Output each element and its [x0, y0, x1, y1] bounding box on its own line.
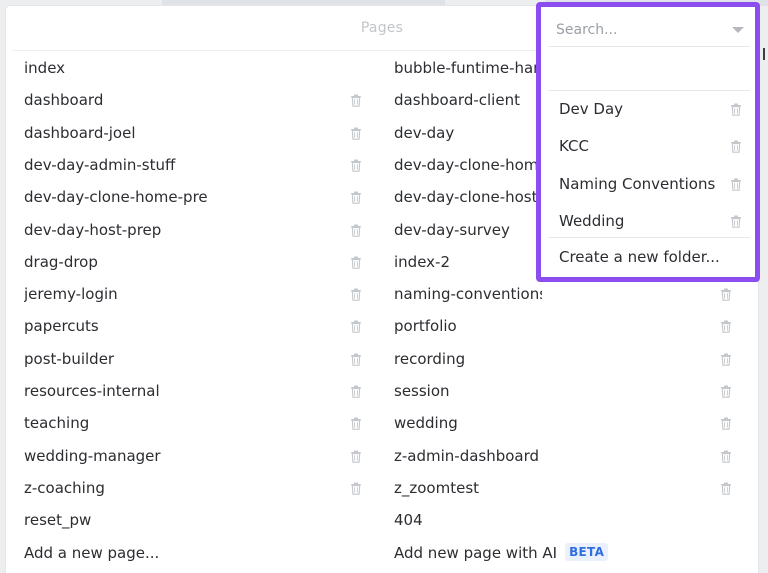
- page-item[interactable]: z-admin-dashboard: [394, 440, 542, 472]
- trash-icon[interactable]: [720, 482, 732, 495]
- page-item[interactable]: dev-day-clone-host-p: [394, 181, 542, 213]
- page-item[interactable]: recording: [394, 343, 542, 375]
- trash-icon[interactable]: [730, 178, 742, 191]
- trash-icon[interactable]: [720, 385, 732, 398]
- trash-icon[interactable]: [720, 320, 732, 334]
- pages-row: resources-internal session: [6, 375, 758, 407]
- trash-icon[interactable]: [350, 256, 362, 269]
- trash-icon[interactable]: [720, 450, 732, 463]
- trash-icon[interactable]: [720, 288, 732, 301]
- pages-row: reset_pw 404: [6, 504, 758, 536]
- page-item[interactable]: reset_pw: [24, 504, 354, 536]
- page-item[interactable]: dev-day: [394, 117, 542, 149]
- page-item[interactable]: 404: [394, 504, 542, 536]
- add-page-button[interactable]: Add a new page...: [24, 537, 354, 569]
- trash-icon[interactable]: [350, 385, 362, 398]
- pages-row: teaching wedding: [6, 407, 758, 439]
- trash-icon[interactable]: [350, 417, 362, 431]
- scroll-edge: [763, 48, 765, 60]
- page-item[interactable]: dev-day-host-prep: [24, 214, 354, 246]
- search-results-empty: [548, 48, 750, 90]
- trash-icon[interactable]: [720, 353, 732, 366]
- page-item[interactable]: papercuts: [24, 310, 354, 342]
- trash-icon[interactable]: [350, 191, 362, 204]
- page-item[interactable]: portfolio: [394, 310, 542, 342]
- folder-dropdown: Dev Day KCC Naming Conventions Wedding Crea…: [536, 2, 760, 282]
- chevron-down-icon[interactable]: [732, 27, 744, 33]
- folder-item[interactable]: Wedding: [548, 203, 750, 240]
- pages-row: papercuts portfolio: [6, 310, 758, 342]
- pages-row: wedding-manager z-admin-dashboard: [6, 440, 758, 472]
- trash-icon[interactable]: [350, 450, 362, 463]
- add-page-ai-label: Add new page with AI: [394, 543, 558, 562]
- trash-icon[interactable]: [350, 482, 362, 495]
- pages-row: jeremy-login naming-conventions: [6, 278, 758, 310]
- page-item[interactable]: z-coaching: [24, 472, 354, 504]
- folder-item[interactable]: Dev Day: [548, 91, 750, 128]
- page-item[interactable]: dev-day-clone-home-pre: [24, 181, 354, 213]
- pages-row: z-coaching z_zoomtest: [6, 472, 758, 504]
- folder-item-label: KCC: [559, 137, 589, 156]
- page-item[interactable]: index-2: [394, 246, 542, 278]
- page-item[interactable]: teaching: [24, 407, 354, 439]
- trash-icon[interactable]: [730, 103, 742, 116]
- trash-icon[interactable]: [730, 140, 742, 154]
- page-item[interactable]: dev-day-survey: [394, 214, 542, 246]
- folder-item[interactable]: Naming Conventions: [548, 166, 750, 203]
- trash-icon[interactable]: [730, 215, 742, 228]
- page-item[interactable]: dev-day-clone-home: [394, 149, 542, 181]
- folder-search[interactable]: [548, 13, 750, 47]
- page-item[interactable]: z_zoomtest: [394, 472, 542, 504]
- page-item[interactable]: dashboard: [24, 84, 354, 116]
- add-page-row: Add a new page... Add new page with AI BET…: [6, 537, 758, 569]
- page-item[interactable]: dashboard-joel: [24, 117, 354, 149]
- trash-icon[interactable]: [350, 320, 362, 334]
- trash-icon[interactable]: [720, 417, 732, 431]
- create-folder-button[interactable]: Create a new folder...: [559, 243, 720, 271]
- trash-icon[interactable]: [350, 159, 362, 172]
- add-page-ai-button[interactable]: Add new page with AI BETA: [394, 537, 694, 569]
- divider: [548, 237, 750, 238]
- folder-search-input[interactable]: [556, 13, 716, 47]
- page-item[interactable]: post-builder: [24, 343, 354, 375]
- trash-icon[interactable]: [350, 288, 362, 301]
- trash-icon[interactable]: [350, 353, 362, 366]
- page-item[interactable]: resources-internal: [24, 375, 354, 407]
- folder-item-label: Wedding: [559, 211, 625, 230]
- trash-icon[interactable]: [350, 127, 362, 140]
- page-item[interactable]: wedding: [394, 407, 542, 439]
- folder-item-label: Dev Day: [559, 100, 624, 118]
- page-item[interactable]: jeremy-login: [24, 278, 354, 310]
- folder-item-label: Naming Conventions: [559, 174, 716, 193]
- trash-icon[interactable]: [350, 224, 362, 237]
- page-item[interactable]: dev-day-admin-stuff: [24, 149, 354, 181]
- page-item[interactable]: index: [24, 52, 354, 84]
- page-item[interactable]: session: [394, 375, 542, 407]
- page-item[interactable]: bubble-funtime-hang: [394, 52, 542, 84]
- beta-badge: BETA: [565, 543, 609, 561]
- folder-item[interactable]: KCC: [548, 128, 750, 165]
- pages-row: post-builder recording: [6, 343, 758, 375]
- trash-icon[interactable]: [350, 94, 362, 108]
- page-item[interactable]: drag-drop: [24, 246, 354, 278]
- page-item[interactable]: dashboard-client: [394, 84, 542, 116]
- page-item[interactable]: naming-conventions: [394, 278, 542, 310]
- page-item[interactable]: wedding-manager: [24, 440, 354, 472]
